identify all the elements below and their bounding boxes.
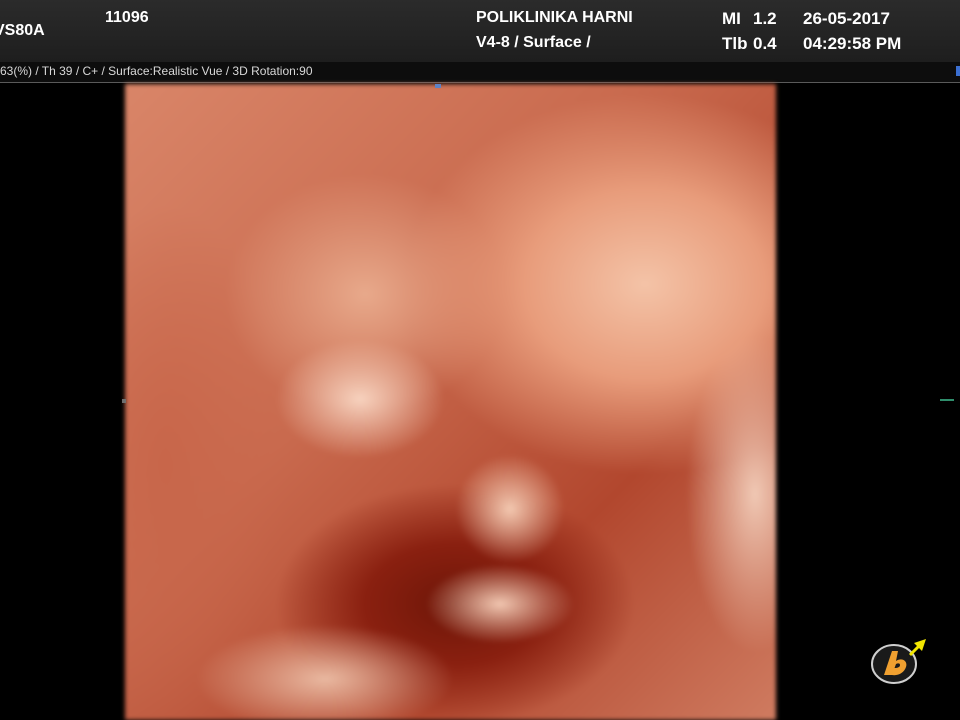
exam-time: 04:29:58 PM [803,34,902,53]
device-model: VS80A [0,22,45,39]
top-center-marker [435,84,441,88]
scroll-marker [956,66,960,76]
exam-date: 26-05-2017 [803,9,890,28]
fetal-lip-highlight [425,564,575,644]
uterine-wall-highlight [685,334,776,654]
fetal-hand-highlight [275,339,445,459]
mi-value: 1.2 [753,9,777,28]
parameters-bar: 63(%) / Th 39 / C+ / Surface:Realistic V… [0,62,960,83]
fetal-limb-highlight [195,624,455,720]
ultrasound-3d-render[interactable] [125,84,776,720]
patient-id: 11096 [105,9,149,26]
mi-label: MI [722,9,741,28]
status-header: VS80A 11096 POLIKLINIKA HARNI V4-8 / Sur… [0,0,960,62]
clinic-name: POLIKLINIKA HARNI [476,9,633,26]
right-depth-tick [940,399,954,401]
samsung-medison-logo-icon [871,639,926,684]
probe-mode: V4-8 / Surface / [476,34,591,51]
fetal-nose-highlight [455,454,565,564]
left-depth-tick [122,399,126,403]
parameters-text: 63(%) / Th 39 / C+ / Surface:Realistic V… [0,64,313,78]
tib-label: Tlb [722,34,748,53]
tib-value: 0.4 [753,34,777,53]
